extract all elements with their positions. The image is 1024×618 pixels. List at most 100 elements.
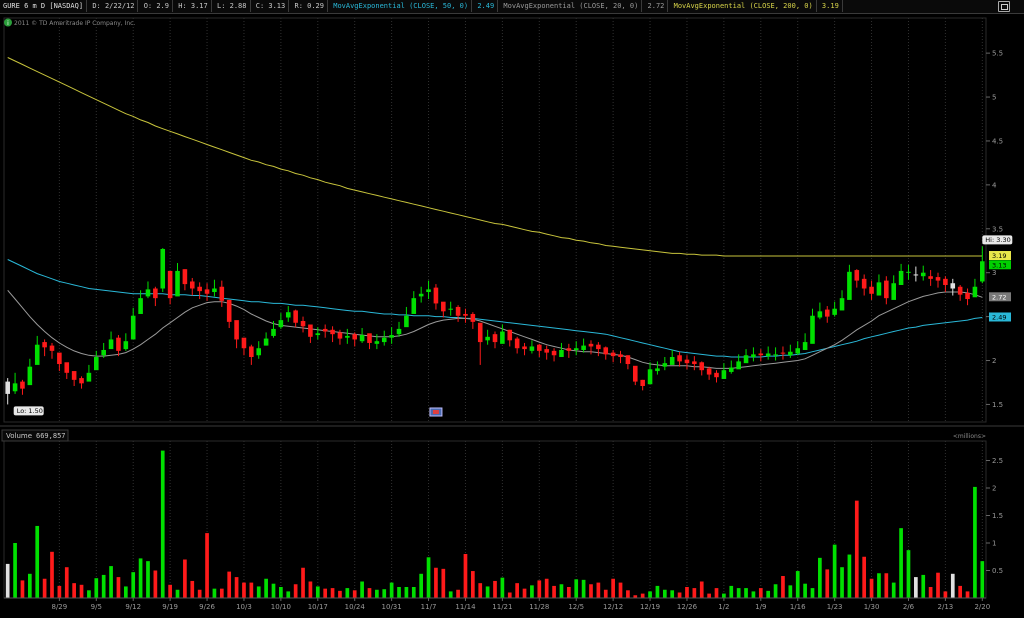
- candle-body: [632, 365, 638, 382]
- candle-body: [197, 286, 202, 292]
- volume-bar: [751, 591, 756, 598]
- volume-bar: [729, 585, 734, 598]
- volume-bar: [744, 588, 748, 598]
- volume-bar: [160, 450, 165, 598]
- volume-bar: [20, 580, 25, 598]
- candle-body: [263, 338, 269, 346]
- candle-body: [145, 289, 151, 297]
- volume-bar: [57, 585, 62, 598]
- volume-bar: [382, 589, 387, 598]
- date-tick-label: 9/12: [125, 603, 141, 611]
- volume-bar: [471, 571, 475, 598]
- candle-body: [64, 362, 70, 373]
- volume-bar: [950, 573, 955, 598]
- candle-body: [751, 354, 756, 358]
- price-pane-frame: [3, 17, 987, 423]
- ma20-line: [7, 289, 983, 369]
- volume-bar: [559, 584, 564, 598]
- candle-body: [773, 354, 778, 356]
- candle-body: [367, 333, 372, 343]
- high-callout-label: Hi: 3.30: [985, 236, 1010, 244]
- candle-body: [780, 352, 786, 354]
- candle-body: [352, 334, 358, 340]
- volume-bar: [146, 561, 150, 598]
- volume-bar: [404, 587, 409, 598]
- volume-bar: [648, 591, 652, 598]
- date-tick-label: 1/9: [755, 603, 766, 611]
- volume-bar: [138, 558, 143, 598]
- volume-tick-label: 2: [992, 485, 996, 493]
- candle-body: [692, 361, 697, 365]
- candle-body: [566, 348, 572, 351]
- price-tick-label: 1.5: [992, 401, 1003, 409]
- candle-body: [610, 352, 616, 357]
- candle-body: [854, 270, 860, 281]
- candle-body: [293, 310, 298, 323]
- volume-pane-frame: [3, 440, 987, 599]
- volume-bar: [79, 584, 84, 598]
- volume-tick-label: 1.5: [992, 512, 1003, 520]
- volume-bar: [921, 574, 926, 598]
- candle-body: [330, 329, 335, 335]
- volume-bar: [943, 591, 948, 598]
- candle-body: [500, 331, 505, 344]
- candle-body: [27, 366, 33, 386]
- candle-body: [861, 278, 867, 289]
- candle-body: [728, 367, 734, 372]
- candle-body: [765, 353, 771, 357]
- price-tick-label: 4.5: [992, 137, 1003, 145]
- volume-bar: [72, 583, 76, 598]
- date-tick-label: 8/29: [52, 603, 68, 611]
- volume-bar: [810, 588, 815, 598]
- price-tick-label: 3: [992, 269, 996, 277]
- volume-bar: [618, 582, 623, 598]
- candle-body: [588, 343, 594, 347]
- candle-body: [433, 287, 439, 304]
- candle-body: [913, 274, 919, 276]
- date-tick-label: 9/19: [162, 603, 178, 611]
- candle-body: [492, 334, 498, 343]
- price-axis: 1.522.533.544.555.53.193.132.722.49: [986, 50, 1011, 409]
- volume-bar: [869, 578, 874, 598]
- candle-body: [153, 288, 158, 299]
- volume-bar: [338, 590, 342, 598]
- volume-bar: [301, 567, 305, 598]
- candle-body: [271, 328, 276, 336]
- candle-body: [920, 272, 926, 277]
- candle-body: [684, 359, 690, 364]
- candle-body: [603, 347, 609, 355]
- volume-bar: [411, 587, 416, 598]
- volume-bar: [500, 577, 505, 598]
- candle-body: [94, 357, 99, 371]
- volume-bar: [877, 573, 881, 598]
- volume-bar: [611, 578, 615, 598]
- date-tick-label: 12/19: [640, 603, 660, 611]
- candle-body: [477, 322, 483, 343]
- volume-bar: [183, 559, 187, 598]
- candle-body: [455, 306, 461, 316]
- candle-body: [79, 378, 84, 384]
- volume-bar: [515, 583, 519, 598]
- candle-body: [256, 348, 262, 356]
- candle-body: [234, 320, 239, 340]
- date-tick-label: 12/26: [677, 603, 698, 611]
- volume-bar: [5, 563, 10, 598]
- volume-bar: [493, 580, 497, 598]
- candle-body: [34, 344, 40, 365]
- candle-body: [714, 372, 719, 378]
- volume-bar: [758, 588, 763, 598]
- volume-bar: [958, 585, 963, 598]
- candle-body: [788, 351, 793, 356]
- volume-bar: [840, 567, 844, 598]
- volume-bar: [685, 587, 689, 598]
- candle-body: [559, 349, 564, 358]
- price-volume-chart[interactable]: i 2011 © TD Ameritrade IP Company, Inc. …: [0, 0, 1024, 618]
- candle-body: [943, 278, 948, 285]
- volume-bar: [50, 551, 54, 598]
- candle-body: [640, 379, 645, 386]
- volume-bar: [330, 588, 335, 598]
- volume-bar: [655, 585, 660, 598]
- grid: [0, 17, 1024, 599]
- volume-bar: [670, 590, 675, 598]
- candle-body: [876, 282, 882, 296]
